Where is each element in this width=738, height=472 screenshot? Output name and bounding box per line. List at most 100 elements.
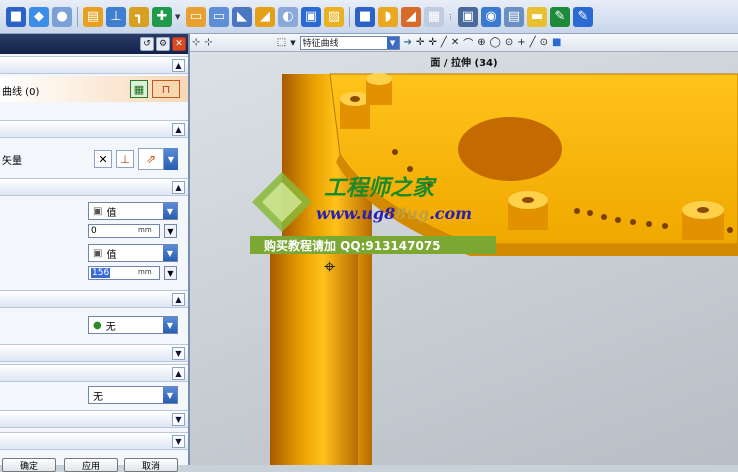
section-header-preview[interactable]: ▼	[0, 432, 188, 450]
section-header-section[interactable]: ▲	[0, 56, 188, 74]
shell-icon[interactable]: ▣	[301, 6, 321, 27]
boolean-icon: ●	[93, 319, 102, 331]
cancel-label: 取消	[141, 461, 160, 472]
section-header-boolean[interactable]: ▲	[0, 290, 188, 308]
modify-icon[interactable]: ✎	[573, 6, 593, 27]
watermark-logo-icon	[250, 170, 314, 234]
end-distance-value: 156	[91, 268, 111, 278]
cube-icon[interactable]: ■	[6, 6, 26, 27]
layer-icon[interactable]: ◢	[401, 6, 421, 27]
blend-icon[interactable]: ◐	[278, 6, 298, 27]
watermark-title: 工程师之家	[324, 175, 435, 201]
crosshair-cursor-icon: ⌖	[324, 254, 336, 278]
select-curve-row[interactable]: 曲线 (0) ▦ ⊓	[0, 76, 188, 102]
section-header-draft[interactable]: ▼	[0, 344, 188, 362]
end-spin-button[interactable]: ▼	[164, 266, 177, 280]
close-icon[interactable]: ✕	[172, 37, 186, 51]
vector-row: 矢量 ✕ ⊥ ⇗ ▼	[0, 140, 188, 176]
toolbar-separator	[77, 6, 78, 27]
cube-small-icon: ▣	[93, 247, 103, 259]
sheet-icon[interactable]: ◆	[29, 6, 49, 27]
align-icon[interactable]: ┓	[129, 6, 149, 27]
collapse-icon[interactable]: ▲	[172, 367, 185, 380]
watermark-ad: 购买教程请加 QQ:913147075	[250, 236, 496, 254]
ok-button[interactable]: 确定	[2, 458, 56, 472]
dropdown-icon[interactable]: ▼	[175, 13, 183, 21]
section-header-direction[interactable]: ▲	[0, 120, 188, 138]
boss-1[interactable]	[340, 92, 370, 129]
section-header-settings[interactable]: ▼	[0, 410, 188, 428]
hole-icon[interactable]: ⊥	[106, 6, 126, 27]
tag-icon[interactable]: ▤	[504, 6, 524, 27]
boss-2[interactable]	[366, 73, 392, 105]
boolean-body: ● 无 ▼	[0, 308, 188, 342]
extrude-icon[interactable]: ◢	[255, 6, 275, 27]
curve-icon[interactable]: ⊓	[152, 80, 180, 98]
graphics-viewport[interactable]: ⊹ ⊹ ⬚ ▼ 特征曲线 ▼ ➔ ✛ ✛ ╱ ✕ ⌒ ⊕ ◯ ⊙ + ╱ ⊙ ■…	[190, 34, 738, 465]
main-toolbar: ■ ◆ ● ▤ ⊥ ┓ ✚ ▼ ▭ ▭ ◣ ◢ ◐ ▣ ▨ ■ ◗ ◢ ▦ ⋮ …	[0, 0, 738, 34]
collapse-icon[interactable]: ▲	[172, 293, 185, 306]
start-unit: mm	[138, 226, 152, 234]
watermark-url-head: www.ug8	[316, 204, 396, 223]
expand-icon[interactable]: ▼	[172, 435, 185, 448]
start-spin-button[interactable]: ▼	[164, 224, 177, 238]
start-type-select[interactable]: ▣ 值 ▼	[88, 202, 178, 220]
pattern-icon[interactable]: ■	[355, 6, 375, 27]
cylinder-icon[interactable]: ▭	[186, 6, 206, 27]
reverse-direction-icon[interactable]: ✕	[94, 150, 112, 168]
end-type-value: 值	[106, 249, 117, 261]
box-icon[interactable]: ▤	[83, 6, 103, 27]
draft-icon[interactable]: ◗	[378, 6, 398, 27]
chevron-down-icon[interactable]: ▼	[163, 245, 177, 261]
sketch-icon[interactable]: ▦	[130, 80, 148, 98]
sphere-icon[interactable]: ●	[52, 6, 72, 27]
end-type-select[interactable]: ▣ 值 ▼	[88, 244, 178, 262]
offset-value: 无	[93, 391, 103, 403]
apply-button[interactable]: 应用	[64, 458, 118, 472]
chevron-down-icon[interactable]: ▼	[163, 203, 177, 219]
vector-select-icon[interactable]: ⇗	[138, 148, 164, 170]
ok-label: 确定	[19, 461, 38, 472]
tube-icon[interactable]: ▭	[209, 6, 229, 27]
leg-lower[interactable]	[270, 254, 358, 465]
expand-icon[interactable]: ▼	[172, 413, 185, 426]
vector-label: 矢量	[2, 156, 22, 167]
watermark-url-tail: .com	[429, 204, 473, 223]
constraint-icon[interactable]: ✚	[152, 6, 172, 27]
apply-label: 应用	[81, 461, 100, 472]
gear-icon[interactable]: ⚙	[156, 37, 170, 51]
vector-dialog-icon[interactable]: ⊥	[116, 150, 134, 168]
collapse-icon[interactable]: ▲	[172, 123, 185, 136]
cancel-button[interactable]: 取消	[124, 458, 178, 472]
section-header-offset[interactable]: ▲	[0, 364, 188, 382]
extrude-dialog: ↺ ⚙ ✕ ▲ 曲线 (0) ▦ ⊓ ▲ 矢量 ✕ ⊥ ⇗ ▼ ▲ ▣ 值 ▼ …	[0, 34, 190, 465]
watermark-url: www.ug88ug.com	[316, 204, 473, 223]
boss-3[interactable]	[508, 191, 548, 230]
end-unit: mm	[138, 268, 152, 276]
expand-icon[interactable]: ▼	[172, 347, 185, 360]
watermark: 工程师之家 www.ug88ug.com 购买教程请加 QQ:913147075	[248, 168, 498, 258]
view-icon[interactable]: ▦	[424, 6, 444, 27]
limits-body: ▣ 值 ▼ 0 mm ▼ ▣ 值 ▼ 156 mm ▼	[0, 196, 188, 288]
vector-dropdown[interactable]: ▼	[164, 148, 178, 170]
section-header-limits[interactable]: ▲	[0, 178, 188, 196]
start-type-value: 值	[106, 207, 117, 219]
boolean-select[interactable]: ● 无 ▼	[88, 316, 178, 334]
reset-icon[interactable]: ↺	[140, 37, 154, 51]
offset-select[interactable]: 无 ▼	[88, 386, 178, 404]
chevron-down-icon[interactable]: ▼	[163, 387, 177, 403]
label-icon[interactable]: ▬	[527, 6, 547, 27]
chamfer-icon[interactable]: ◣	[232, 6, 252, 27]
offset-body: 无 ▼	[0, 382, 188, 408]
move-icon[interactable]: ✎	[550, 6, 570, 27]
boolean-value: 无	[105, 321, 116, 333]
overflow-icon[interactable]: ⋮	[447, 13, 455, 21]
boss-4[interactable]	[682, 201, 724, 240]
offset-icon[interactable]: ▨	[324, 6, 344, 27]
edit-icon[interactable]: ◉	[481, 6, 501, 27]
analysis-icon[interactable]: ▣	[458, 6, 478, 27]
cube-small-icon: ▣	[93, 205, 103, 217]
chevron-down-icon[interactable]: ▼	[163, 317, 177, 333]
collapse-icon[interactable]: ▲	[172, 181, 185, 194]
collapse-icon[interactable]: ▲	[172, 59, 185, 72]
